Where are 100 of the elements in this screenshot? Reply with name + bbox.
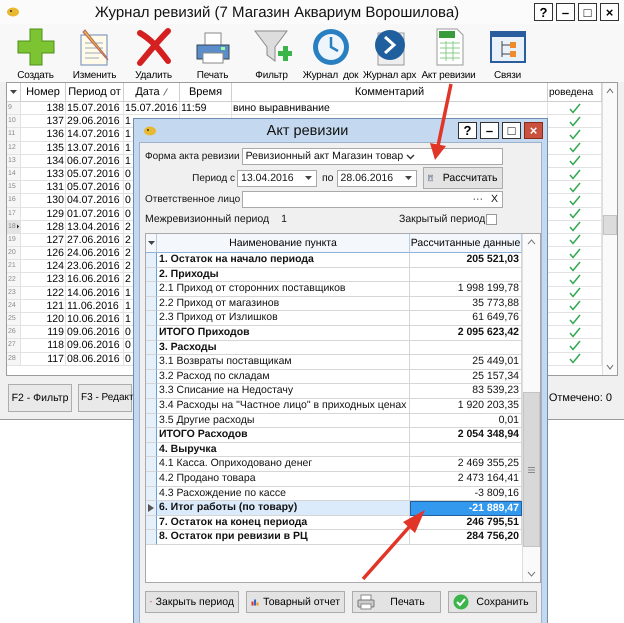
column-header[interactable]: Номер <box>21 83 66 102</box>
check-icon <box>568 340 580 351</box>
checkbox[interactable] <box>486 214 497 224</box>
annotation-arrow <box>362 510 425 580</box>
dialog-title: Акт ревизии <box>266 122 350 138</box>
column-header[interactable]: Период от <box>66 83 124 102</box>
table-cell: 128 <box>21 220 66 234</box>
form-select[interactable]: Ревизионный акт Магазин товар <box>242 148 503 164</box>
caret-icon <box>10 90 17 94</box>
window-button[interactable]: – <box>556 3 575 21</box>
window-button[interactable]: □ <box>502 122 521 139</box>
table-cell: 2.1 Приход от сторонних поставщиков <box>157 282 410 297</box>
person-field[interactable]: ··· X <box>242 190 503 208</box>
column-header[interactable]: Дата <box>124 83 180 102</box>
check-icon <box>568 102 580 114</box>
footer-button[interactable]: F2 - Фильтр <box>8 384 72 412</box>
row-indicator[interactable] <box>146 501 157 516</box>
table-cell: 09.06.2016 <box>66 339 124 353</box>
window-button[interactable]: – <box>480 122 499 139</box>
column-header[interactable]: роведена <box>548 83 602 102</box>
table-cell: 131 <box>21 181 66 194</box>
table-cell: 135 <box>21 142 66 155</box>
check-icon <box>568 128 580 140</box>
check-icon <box>568 287 580 298</box>
clear-button[interactable]: X <box>490 193 498 205</box>
table-cell: 118 <box>21 339 66 353</box>
check-icon <box>568 168 580 180</box>
date-field[interactable]: 13.04.2016 <box>237 170 317 186</box>
table-cell: 121 <box>21 300 66 313</box>
check-icon <box>568 314 580 325</box>
table-cell: 14.06.2016 <box>66 286 124 300</box>
table-cell: 127 <box>21 234 66 248</box>
window-button[interactable]: × <box>600 3 619 21</box>
column-menu-button[interactable] <box>7 83 21 102</box>
window-button[interactable]: ? <box>458 122 477 139</box>
field-value: 1 <box>281 213 287 225</box>
scrollbar-thumb[interactable] <box>603 215 617 235</box>
dialog-button[interactable]: Печать <box>352 591 441 613</box>
table-cell: 06.07.2016 <box>66 154 124 168</box>
table-cell: 04.07.2016 <box>66 194 124 208</box>
table-cell: 3.2 Расход по складам <box>157 370 410 384</box>
browse-button[interactable]: ··· <box>472 193 483 205</box>
table-cell: 2.3 Приход от Излишков <box>157 311 410 326</box>
table-cell: 3.4 Расходы на "Частное лицо" в приходных ценах <box>157 398 410 414</box>
table-cell: 129 <box>21 208 66 221</box>
column-menu-button[interactable] <box>146 234 157 253</box>
table-cell: 2. Приходы <box>157 268 410 282</box>
toolbar-button[interactable]: Связи <box>478 24 537 82</box>
table-cell: 120 <box>21 313 66 326</box>
toolbar-button[interactable]: Журнал арх <box>360 24 419 82</box>
toolbar-button[interactable]: Печать <box>183 24 242 82</box>
caret-icon <box>148 241 154 245</box>
toolbar-button[interactable]: Фильтр <box>242 24 301 82</box>
check-icon <box>568 353 580 364</box>
date-field[interactable]: 28.06.2016 <box>336 170 417 186</box>
table-cell: 3.3 Списание на Недостачу <box>157 384 410 399</box>
caret-icon <box>305 176 312 180</box>
table-cell: 11:59 <box>180 102 232 116</box>
table-cell: 29.06.2016 <box>66 115 124 128</box>
table-cell: ИТОГО Приходов <box>157 326 410 341</box>
app-icon <box>143 124 157 136</box>
table-cell: 4. Выручка <box>157 442 410 458</box>
footer-button[interactable]: F3 - Редакт <box>78 384 132 412</box>
window-button[interactable]: × <box>524 122 543 139</box>
check-icon <box>568 142 580 154</box>
column-header[interactable]: Время <box>180 83 232 102</box>
toolbar-button[interactable]: Акт ревизии <box>419 24 478 82</box>
dialog-button[interactable]: Сохранить <box>448 591 537 613</box>
check-icon <box>568 116 580 127</box>
field-label: Закрытый период <box>399 213 486 225</box>
toolbar-button[interactable]: Создать <box>6 24 65 82</box>
table-cell: 14.07.2016 <box>66 128 124 142</box>
column-header[interactable]: Рассчитанные данные <box>410 234 522 253</box>
grip-icon <box>528 466 535 472</box>
table-cell: 124 <box>21 260 66 274</box>
check-icon <box>568 155 580 166</box>
table-cell: 05.07.2016 <box>66 168 124 182</box>
table-cell: 133 <box>21 168 66 182</box>
toolbar-button[interactable]: Журнал док <box>301 24 360 82</box>
toolbar-button[interactable]: Изменить <box>65 24 124 82</box>
app-icon <box>6 6 20 18</box>
toolbar-button[interactable]: Удалить <box>124 24 183 82</box>
table-cell: 4.1 Касса. Оприходовано денег <box>157 457 410 472</box>
dialog-button[interactable]: Закрыть период <box>145 591 239 613</box>
table-cell: 24.06.2016 <box>66 247 124 260</box>
dialog-button[interactable]: Товарный отчет <box>246 591 345 613</box>
table-cell: 15.07.2016 <box>124 102 180 116</box>
column-header[interactable]: Комментарий <box>232 83 548 102</box>
check-icon <box>568 300 580 312</box>
check-icon <box>568 182 580 193</box>
calculate-button[interactable]: Рассчитать <box>422 167 503 189</box>
column-header[interactable]: Наименование пункта <box>157 234 410 253</box>
field-label: Период с <box>191 172 235 184</box>
table-cell: 138 <box>21 102 66 116</box>
check-icon <box>568 260 580 272</box>
table-cell: 01.07.2016 <box>66 208 124 221</box>
scrollbar-thumb[interactable] <box>523 392 540 547</box>
table-cell: 4.2 Продано товара <box>157 472 410 486</box>
window-button[interactable]: □ <box>578 3 597 21</box>
window-button[interactable]: ? <box>534 3 553 21</box>
